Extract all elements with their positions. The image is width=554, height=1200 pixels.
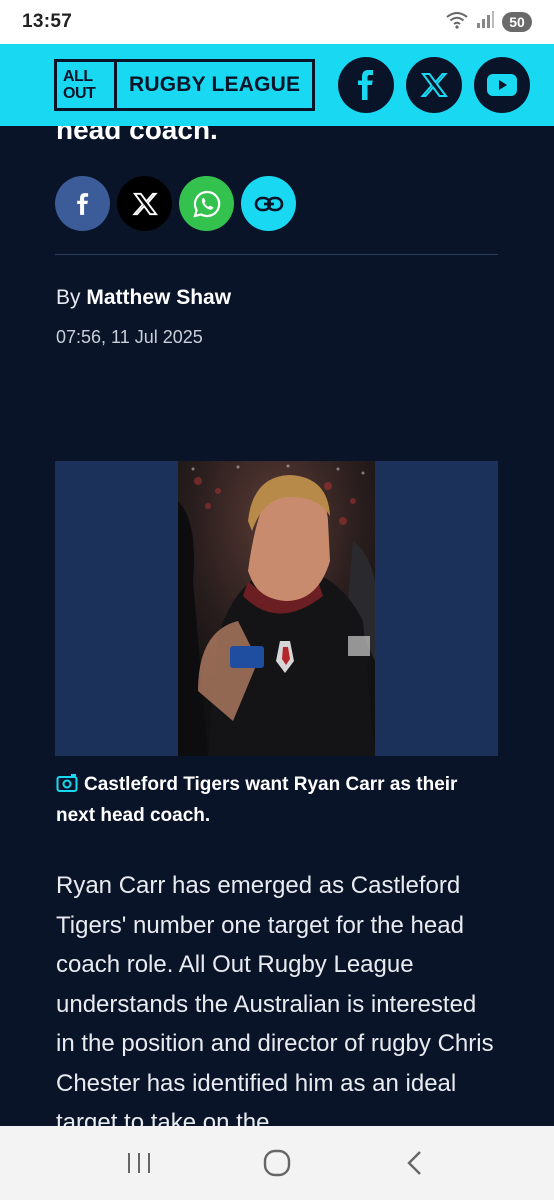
header-social-links	[338, 57, 530, 113]
byline-prefix: By	[56, 286, 81, 309]
logo-bottom-text: OUT	[63, 85, 96, 102]
article-content: head coach. By Matthew Shaw 07:56, 11 Ju…	[0, 126, 554, 1126]
share-whatsapp-button[interactable]	[179, 176, 234, 231]
home-button[interactable]	[247, 1138, 307, 1188]
status-time: 13:57	[22, 11, 73, 32]
share-link-button[interactable]	[241, 176, 296, 231]
whatsapp-icon	[192, 190, 220, 218]
article-photo[interactable]	[178, 461, 375, 756]
author-name[interactable]: Matthew Shaw	[86, 286, 231, 309]
camera-icon	[56, 773, 78, 802]
article-title-tail: head coach.	[56, 126, 218, 145]
status-bar: 13:57 50	[0, 0, 554, 44]
site-logo[interactable]: ALL OUT RUGBY LEAGUE	[54, 59, 316, 111]
logo-mark: ALL OUT	[57, 62, 117, 108]
share-x-button[interactable]	[117, 176, 172, 231]
recents-icon	[128, 1153, 150, 1173]
back-button[interactable]	[385, 1138, 445, 1188]
caption-text: Castleford Tigers want Ryan Carr as thei…	[56, 774, 458, 826]
status-icons: 50	[446, 10, 532, 34]
byline: By Matthew Shaw	[56, 286, 231, 310]
battery-indicator: 50	[502, 12, 532, 32]
publish-date: 07:56, 11 Jul 2025	[56, 327, 203, 347]
article-body: Ryan Carr has emerged as Castleford Tige…	[56, 872, 494, 1126]
facebook-icon	[76, 192, 88, 215]
facebook-icon[interactable]	[338, 57, 394, 113]
share-buttons	[55, 176, 296, 231]
youtube-icon[interactable]	[474, 57, 530, 113]
logo-top-text: ALL	[63, 68, 93, 85]
article-image-frame	[55, 461, 498, 756]
x-icon	[131, 192, 158, 215]
back-icon	[407, 1151, 421, 1175]
x-icon[interactable]	[406, 57, 462, 113]
link-icon	[254, 196, 283, 211]
wifi-icon	[446, 11, 468, 34]
site-header: ALL OUT RUGBY LEAGUE	[0, 44, 554, 126]
home-icon	[263, 1149, 291, 1177]
divider	[55, 254, 498, 255]
recents-button[interactable]	[109, 1138, 169, 1188]
share-facebook-button[interactable]	[55, 176, 110, 231]
system-nav-bar	[0, 1126, 554, 1200]
signal-icon	[476, 10, 494, 34]
image-caption: Castleford Tigers want Ryan Carr as thei…	[56, 771, 496, 830]
logo-wordmark: RUGBY LEAGUE	[129, 73, 301, 96]
